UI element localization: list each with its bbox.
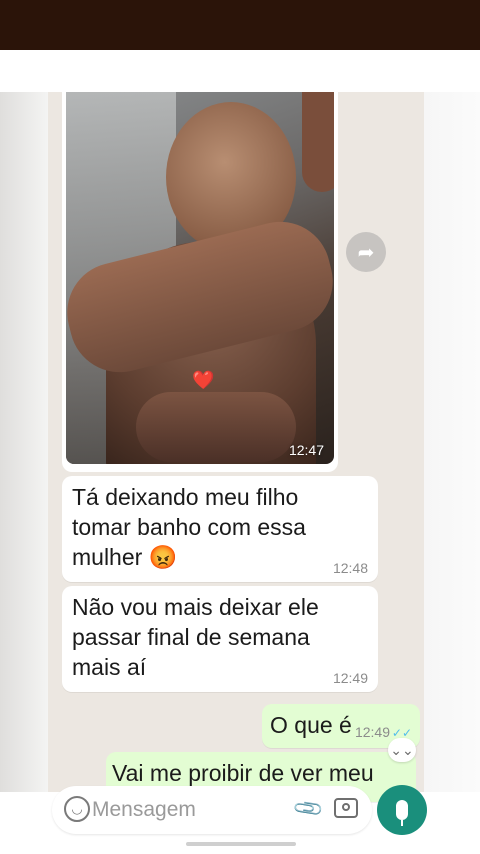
message-text: Vai me proibir de ver meu bbox=[112, 760, 374, 786]
message-time: 12:49 bbox=[354, 724, 390, 740]
right-blur-edge bbox=[424, 92, 480, 792]
message-text: Tá deixando meu filho tomar banho com es… bbox=[72, 484, 306, 570]
paperclip-icon[interactable]: 📎 bbox=[291, 791, 326, 826]
home-indicator bbox=[186, 842, 296, 846]
forward-icon[interactable]: ➦ bbox=[346, 232, 386, 272]
incoming-message-bubble[interactable]: Tá deixando meu filho tomar banho com es… bbox=[62, 476, 378, 582]
status-bar bbox=[0, 0, 480, 50]
incoming-message-bubble[interactable]: Não vou mais deixar ele passar final de … bbox=[62, 586, 378, 692]
message-time: 12:49 bbox=[332, 670, 368, 686]
message-time: 12:47 bbox=[288, 442, 324, 458]
scroll-down-icon[interactable]: ⌄⌄ bbox=[388, 738, 416, 762]
message-composer[interactable]: ◡ Mensagem 📎 bbox=[52, 786, 372, 834]
message-input[interactable]: Mensagem bbox=[92, 798, 196, 822]
heart-sticker: ❤️ bbox=[192, 370, 215, 390]
photo-adult-face bbox=[302, 92, 334, 192]
message-text: O que é bbox=[270, 712, 352, 738]
camera-icon[interactable] bbox=[334, 798, 358, 818]
emoji-icon[interactable]: ◡ bbox=[64, 796, 90, 822]
message-text: Não vou mais deixar ele passar final de … bbox=[72, 594, 319, 680]
microphone-icon bbox=[396, 800, 408, 826]
left-blur-edge bbox=[0, 92, 48, 792]
message-time: 12:48 bbox=[332, 560, 368, 576]
media-message-bubble[interactable]: ❤️ 12:47 bbox=[62, 92, 338, 472]
top-strip bbox=[0, 50, 480, 92]
microphone-button[interactable] bbox=[377, 785, 427, 835]
media-photo[interactable]: ❤️ 12:47 bbox=[66, 92, 334, 464]
photo-hand bbox=[136, 392, 296, 462]
